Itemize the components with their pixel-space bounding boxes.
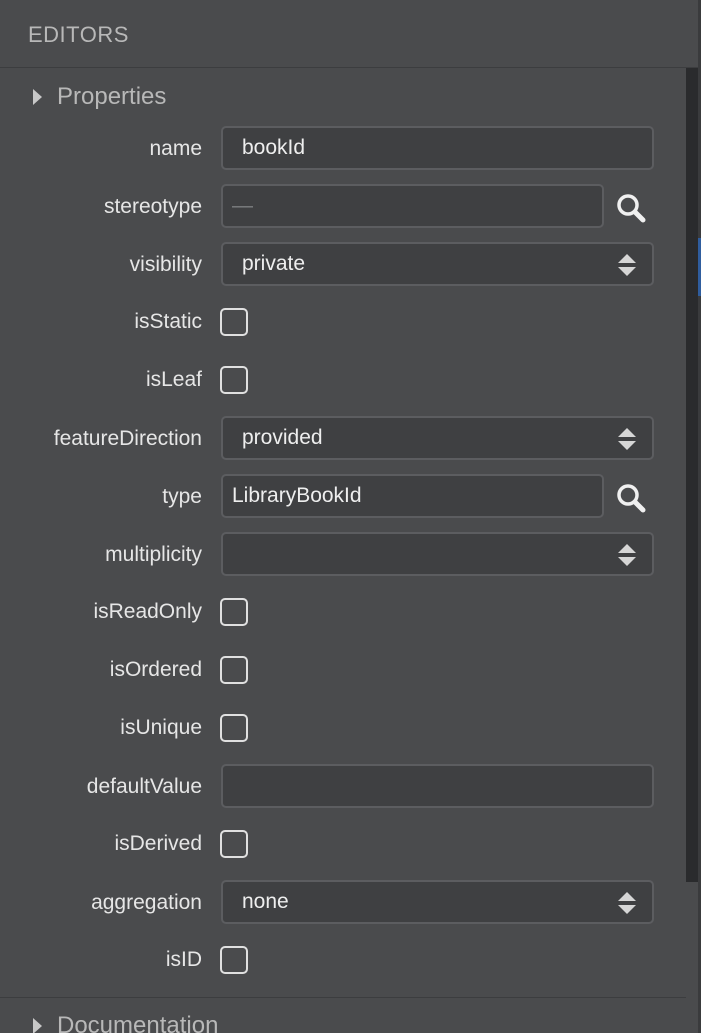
visibility-label: visibility <box>129 253 202 276</box>
isLeaf-checkbox[interactable] <box>220 366 248 394</box>
defaultValue-input[interactable] <box>221 764 654 808</box>
isUnique-label: isUnique <box>120 716 202 739</box>
row-isID: isID <box>0 935 686 985</box>
isUnique-checkbox[interactable] <box>220 714 248 742</box>
select-arrows-icon <box>618 544 636 566</box>
multiplicity-select[interactable] <box>221 532 654 576</box>
isStatic-label: isStatic <box>134 310 202 333</box>
row-isStatic: isStatic <box>0 297 686 347</box>
isDerived-checkbox[interactable] <box>220 830 248 858</box>
aggregation-select[interactable]: none <box>221 880 654 924</box>
isID-label: isID <box>165 948 202 971</box>
select-arrows-icon <box>618 892 636 914</box>
row-type: type LibraryBookId <box>0 472 686 522</box>
row-aggregation: aggregation none <box>0 878 686 928</box>
row-defaultValue: defaultValue <box>0 762 686 812</box>
defaultValue-label: defaultValue <box>86 775 202 798</box>
select-arrows-icon <box>618 254 636 276</box>
isDerived-label: isDerived <box>114 832 202 855</box>
search-icon <box>617 194 646 223</box>
aggregation-label: aggregation <box>91 891 202 914</box>
multiplicity-label: multiplicity <box>105 543 202 566</box>
section-properties-header[interactable]: Properties <box>0 71 686 123</box>
stereotype-label: stereotype <box>103 195 202 218</box>
stereotype-search-button[interactable] <box>614 191 648 225</box>
row-visibility: visibility private <box>0 240 686 290</box>
featureDirection-select[interactable]: provided <box>221 416 654 460</box>
isLeaf-label: isLeaf <box>145 368 202 391</box>
visibility-value: private <box>242 252 306 275</box>
featureDirection-label: featureDirection <box>53 427 202 450</box>
panel-header: EDITORS <box>0 0 701 68</box>
row-stereotype: stereotype — <box>0 182 686 232</box>
section-divider <box>0 997 686 998</box>
row-isDerived: isDerived <box>0 819 686 869</box>
type-input[interactable]: LibraryBookId <box>221 474 604 518</box>
type-label: type <box>162 485 202 508</box>
isID-checkbox[interactable] <box>220 946 248 974</box>
editors-panel: EDITORS Properties name bookId stereotyp… <box>0 0 701 1033</box>
section-documentation-label: Documentation <box>57 1012 219 1033</box>
type-search-button[interactable] <box>614 481 648 515</box>
search-icon <box>617 484 646 513</box>
stereotype-input[interactable]: — <box>221 184 604 228</box>
row-isLeaf: isLeaf <box>0 355 686 405</box>
name-value: bookId <box>242 136 306 159</box>
visibility-select[interactable]: private <box>221 242 654 286</box>
row-name: name bookId <box>0 124 686 174</box>
isStatic-checkbox[interactable] <box>220 308 248 336</box>
panel-title: EDITORS <box>28 22 129 47</box>
aggregation-value: none <box>242 890 289 913</box>
triangle-right-icon <box>33 89 42 105</box>
isOrdered-checkbox[interactable] <box>220 656 248 684</box>
section-documentation-header[interactable]: Documentation <box>0 1000 686 1033</box>
name-label: name <box>149 137 202 160</box>
triangle-right-icon <box>33 1018 42 1033</box>
name-input[interactable]: bookId <box>221 126 654 170</box>
isReadOnly-label: isReadOnly <box>93 600 202 623</box>
isOrdered-label: isOrdered <box>109 658 202 681</box>
section-properties-label: Properties <box>57 83 167 110</box>
row-isOrdered: isOrdered <box>0 645 686 695</box>
row-isReadOnly: isReadOnly <box>0 587 686 637</box>
isReadOnly-checkbox[interactable] <box>220 598 248 626</box>
select-arrows-icon <box>618 428 636 450</box>
row-isUnique: isUnique <box>0 703 686 753</box>
stereotype-placeholder: — <box>232 194 253 217</box>
row-featureDirection: featureDirection provided <box>0 414 686 464</box>
featureDirection-value: provided <box>242 426 323 449</box>
type-value: LibraryBookId <box>232 484 362 507</box>
scrollbar[interactable] <box>686 68 698 882</box>
row-multiplicity: multiplicity <box>0 530 686 580</box>
